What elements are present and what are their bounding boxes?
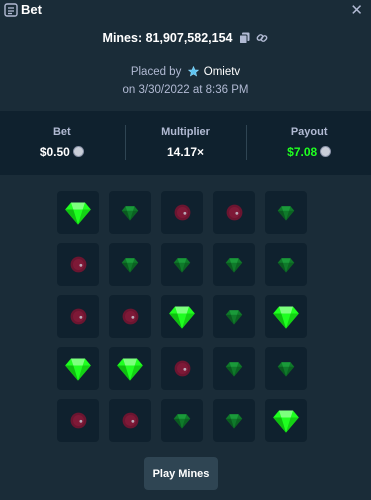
tile-gem-picked[interactable] [265, 399, 307, 442]
tile-gem[interactable] [161, 243, 203, 286]
gem-icon [277, 205, 295, 220]
link-icon[interactable] [256, 32, 268, 47]
modal-title: Bet [21, 2, 42, 17]
modal-header: Bet ✕ [0, 0, 371, 22]
user-name-link[interactable]: Omietv [204, 66, 240, 78]
gem-icon [225, 257, 243, 272]
gem-icon [225, 413, 243, 428]
mine-icon [174, 204, 190, 221]
tile-mine[interactable] [109, 399, 151, 442]
tile-mine[interactable] [57, 399, 99, 442]
mine-icon [70, 412, 86, 429]
gem-icon [121, 205, 139, 220]
tile-mine[interactable] [57, 295, 99, 338]
gem-icon [273, 306, 299, 329]
bet-receipt-icon [4, 3, 18, 17]
mine-icon [70, 256, 86, 273]
tile-gem[interactable] [109, 243, 151, 286]
tile-gem[interactable] [213, 295, 255, 338]
placed-by-prefix: Placed by [130, 66, 182, 78]
mines-id-text: Mines: 81,907,582,154 [102, 31, 233, 45]
close-icon[interactable]: ✕ [350, 1, 363, 19]
tile-gem[interactable] [109, 191, 151, 234]
vip-star-icon [187, 65, 199, 80]
payout-label: Payout [290, 126, 328, 138]
payout-value-row: $7.08 [247, 145, 371, 159]
gem-icon [117, 358, 143, 381]
bet-value-row: $0.50 [0, 145, 124, 159]
mine-icon [226, 204, 242, 221]
tile-gem[interactable] [265, 243, 307, 286]
gem-icon [121, 257, 139, 272]
tile-gem[interactable] [213, 347, 255, 390]
tile-mine[interactable] [57, 243, 99, 286]
play-mines-button[interactable]: Play Mines [144, 457, 218, 490]
mines-grid [57, 191, 307, 442]
multiplier-label: Multiplier [161, 126, 210, 138]
tile-mine[interactable] [161, 191, 203, 234]
copy-icon[interactable] [238, 32, 250, 47]
bet-date: on 3/30/2022 at 8:36 PM [122, 84, 249, 96]
mines-bet-id: Mines: 81,907,582,154 [0, 31, 371, 47]
tile-gem[interactable] [213, 399, 255, 442]
gem-icon [65, 358, 91, 381]
stat-payout: Payout $7.08 [247, 111, 371, 175]
gem-icon [277, 361, 295, 376]
gem-icon [169, 306, 195, 329]
stat-bet: Bet $0.50 [0, 111, 124, 175]
gem-icon [173, 257, 191, 272]
tile-gem[interactable] [265, 347, 307, 390]
tile-mine[interactable] [109, 295, 151, 338]
mine-icon [70, 308, 86, 325]
gem-icon [65, 202, 91, 225]
tile-mine[interactable] [161, 347, 203, 390]
stat-multiplier: Multiplier 14.17× [124, 111, 248, 175]
gem-icon [225, 309, 243, 324]
gem-icon [273, 410, 299, 433]
tile-mine[interactable] [213, 191, 255, 234]
tile-gem-picked[interactable] [265, 295, 307, 338]
bet-value: $0.50 [39, 145, 70, 159]
mine-icon [122, 308, 138, 325]
mine-icon [174, 360, 190, 377]
payout-value: $7.08 [287, 145, 318, 159]
gem-icon [173, 413, 191, 428]
placed-by: Placed by Omietv [0, 65, 371, 80]
tile-gem-picked[interactable] [109, 347, 151, 390]
tile-gem[interactable] [161, 399, 203, 442]
tile-gem-picked[interactable] [161, 295, 203, 338]
mine-icon [122, 412, 138, 429]
gem-icon [277, 257, 295, 272]
tile-gem-picked[interactable] [57, 191, 99, 234]
gem-icon [225, 361, 243, 376]
bet-label: Bet [52, 126, 71, 138]
multiplier-value: 14.17× [166, 145, 205, 159]
bet-stats-panel: Bet $0.50 Multiplier 14.17× Payout $7.08 [0, 111, 371, 175]
tile-gem-picked[interactable] [57, 347, 99, 390]
tile-gem[interactable] [213, 243, 255, 286]
tile-gem[interactable] [265, 191, 307, 234]
coin-icon [72, 146, 84, 157]
coin-icon [320, 146, 332, 157]
